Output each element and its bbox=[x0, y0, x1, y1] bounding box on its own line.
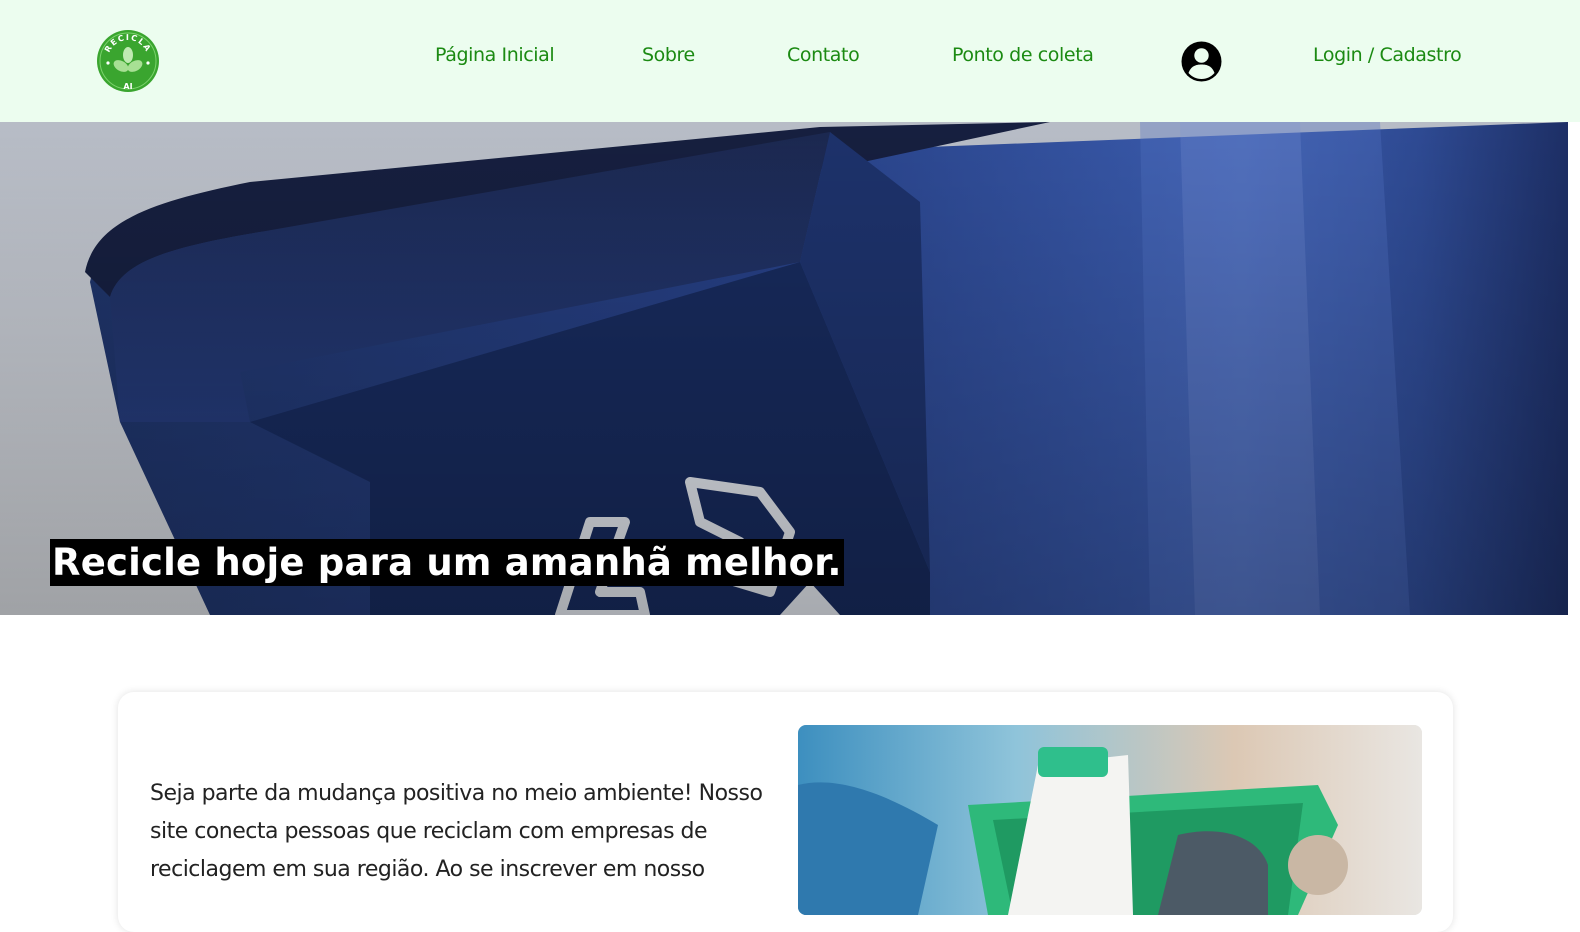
nav-collection-point-link[interactable]: Ponto de coleta bbox=[952, 44, 1094, 72]
logo-graphic: RECICLA AI bbox=[97, 30, 159, 92]
nav-about-link[interactable]: Sobre bbox=[642, 44, 695, 72]
nav-home-link[interactable]: Página Inicial bbox=[435, 44, 555, 72]
hero-banner: Recicle hoje para um amanhã melhor. bbox=[0, 122, 1568, 615]
svg-text:AI: AI bbox=[123, 82, 132, 91]
recyclables-bag-photo bbox=[798, 725, 1422, 915]
recicla-ai-logo[interactable]: RECICLA AI bbox=[96, 28, 160, 94]
site-header: RECICLA AI Página Inicial Sobre Contato … bbox=[0, 0, 1580, 122]
user-circle-icon[interactable] bbox=[1181, 41, 1222, 82]
recyclables-bag-graphic bbox=[798, 725, 1422, 915]
hero-title: Recicle hoje para um amanhã melhor. bbox=[50, 539, 844, 586]
intro-text: Seja parte da mudança positiva no meio a… bbox=[150, 781, 763, 882]
nav-contact-link[interactable]: Contato bbox=[787, 44, 860, 72]
login-signup-link[interactable]: Login / Cadastro bbox=[1313, 44, 1462, 72]
